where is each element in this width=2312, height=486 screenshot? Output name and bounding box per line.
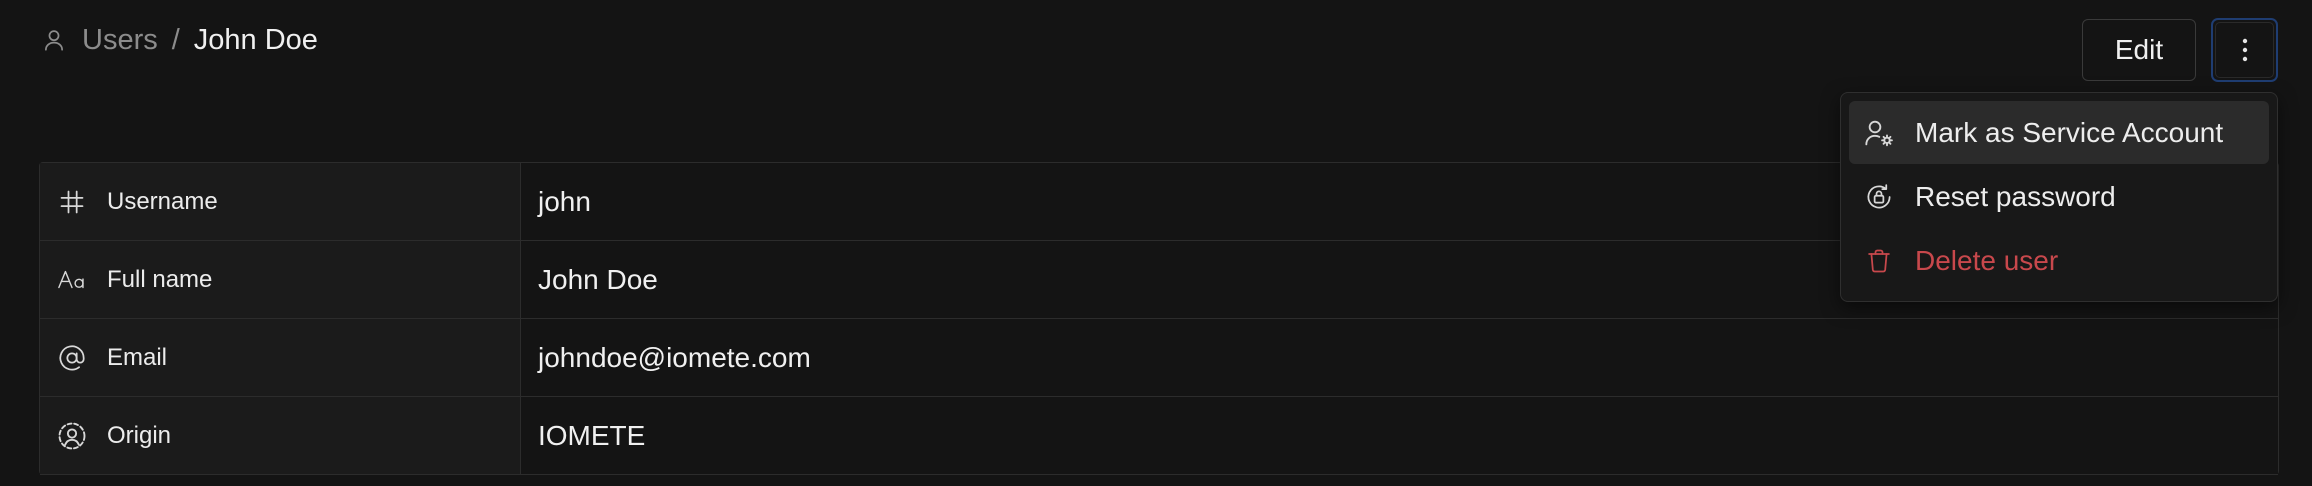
breadcrumb-separator: / xyxy=(171,23,180,56)
user-icon xyxy=(40,26,68,54)
breadcrumb: Users / John Doe xyxy=(40,20,318,60)
row-label: Username xyxy=(107,187,218,215)
label-cell: Full name xyxy=(40,241,521,318)
label-cell: Email xyxy=(40,319,521,396)
edit-button-label: Edit xyxy=(2114,34,2164,65)
user-detail-page: Users / John Doe Edit Username john Full… xyxy=(0,0,2312,486)
label-cell: Origin xyxy=(40,397,521,474)
breadcrumb-current: John Doe xyxy=(193,23,318,56)
more-actions-button[interactable] xyxy=(2211,18,2278,82)
row-label: Full name xyxy=(107,265,213,293)
user-circle-dashed-icon xyxy=(57,421,87,451)
trash-icon xyxy=(1863,245,1895,277)
row-value: johndoe@iomete.com xyxy=(521,319,2278,396)
at-sign-icon xyxy=(57,343,87,373)
focus-ring xyxy=(2215,22,2274,78)
more-actions-menu: Mark as Service Account Reset password D… xyxy=(1840,92,2278,302)
hash-icon xyxy=(57,187,87,217)
menu-item-label: Mark as Service Account xyxy=(1915,116,2224,148)
label-cell: Username xyxy=(40,163,521,240)
text-case-icon xyxy=(57,265,87,295)
table-row-email: Email johndoe@iomete.com xyxy=(40,319,2278,397)
row-value: IOMETE xyxy=(521,397,2278,474)
table-row-origin: Origin IOMETE xyxy=(40,397,2278,475)
edit-button[interactable]: Edit xyxy=(2082,19,2196,81)
menu-item-reset-password[interactable]: Reset password xyxy=(1849,165,2269,228)
breadcrumb-link-users[interactable]: Users xyxy=(82,24,158,57)
menu-item-label: Delete user xyxy=(1915,244,2059,276)
menu-item-mark-service-account[interactable]: Mark as Service Account xyxy=(1849,101,2269,164)
menu-item-label: Reset password xyxy=(1915,180,2116,212)
reset-lock-icon xyxy=(1863,181,1895,213)
row-label: Origin xyxy=(107,421,172,449)
row-label: Email xyxy=(107,343,168,371)
menu-item-delete-user[interactable]: Delete user xyxy=(1849,229,2269,292)
user-gear-icon xyxy=(1863,117,1895,149)
